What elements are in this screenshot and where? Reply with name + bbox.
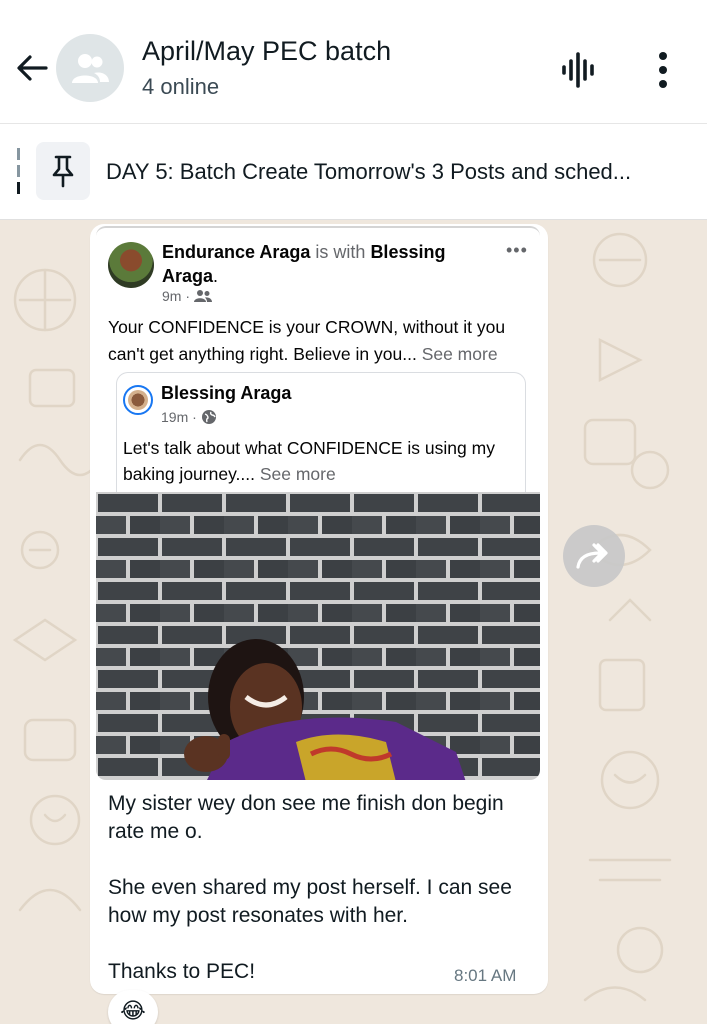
- shared-author-avatar: [123, 385, 153, 415]
- globe-icon: [201, 410, 216, 424]
- chat-header: April/May PEC batch 4 online: [0, 0, 707, 124]
- online-status: 4 online: [142, 74, 220, 99]
- shared-meta: 19m ·: [161, 409, 217, 425]
- post-photo: [96, 492, 540, 780]
- post-meta: 9m ·: [162, 288, 212, 304]
- back-arrow-icon: [17, 55, 48, 81]
- more-vertical-icon: [659, 52, 667, 88]
- post-author: Endurance Araga: [162, 242, 311, 262]
- chat-title[interactable]: April/May PEC batch: [142, 36, 391, 67]
- message-reaction[interactable]: 😂: [108, 990, 158, 1024]
- shared-time: 19m ·: [161, 409, 197, 425]
- with-label: is with: [315, 242, 366, 262]
- friends-icon: [194, 290, 212, 302]
- post-options-icon: •••: [506, 240, 528, 260]
- pin-icon: [52, 155, 74, 188]
- shared-text: Let's talk about what CONFIDENCE is usin…: [123, 435, 523, 487]
- shared-author: Blessing Araga: [161, 383, 292, 403]
- facebook-post-screenshot[interactable]: Endurance Araga is with Blessing Araga. …: [96, 226, 540, 780]
- post-time: 9m ·: [162, 288, 190, 304]
- group-icon: [72, 54, 109, 83]
- voice-chat-icon: [562, 52, 594, 88]
- forward-icon: [576, 543, 608, 569]
- shared-see-more: See more: [259, 464, 336, 484]
- more-options-button[interactable]: [648, 48, 678, 92]
- group-avatar[interactable]: [56, 34, 124, 102]
- post-author-line: Endurance Araga is with Blessing Araga.: [162, 240, 482, 288]
- back-button[interactable]: [12, 48, 52, 88]
- post-text: Your CONFIDENCE is your CROWN, without i…: [108, 314, 528, 368]
- shared-post-card: Blessing Araga 19m · Let's talk about wh…: [116, 372, 526, 498]
- post-see-more: See more: [421, 344, 498, 364]
- message-paragraph-1: My sister wey don see me finish don begi…: [108, 792, 504, 843]
- message-timestamp: 8:01 AM: [454, 966, 517, 985]
- pinned-position-indicator: [17, 148, 20, 194]
- forward-button[interactable]: [563, 525, 625, 587]
- photo-brick-wall-portrait: [96, 492, 540, 780]
- tagged-suffix: .: [213, 266, 219, 286]
- voice-chat-button[interactable]: [556, 50, 604, 90]
- author-avatar: [108, 242, 154, 288]
- pin-icon-box: [36, 142, 90, 200]
- pinned-message-text[interactable]: DAY 5: Batch Create Tomorrow's 3 Posts a…: [106, 159, 696, 185]
- message-paragraph-2: She even shared my post herself. I can s…: [108, 876, 512, 927]
